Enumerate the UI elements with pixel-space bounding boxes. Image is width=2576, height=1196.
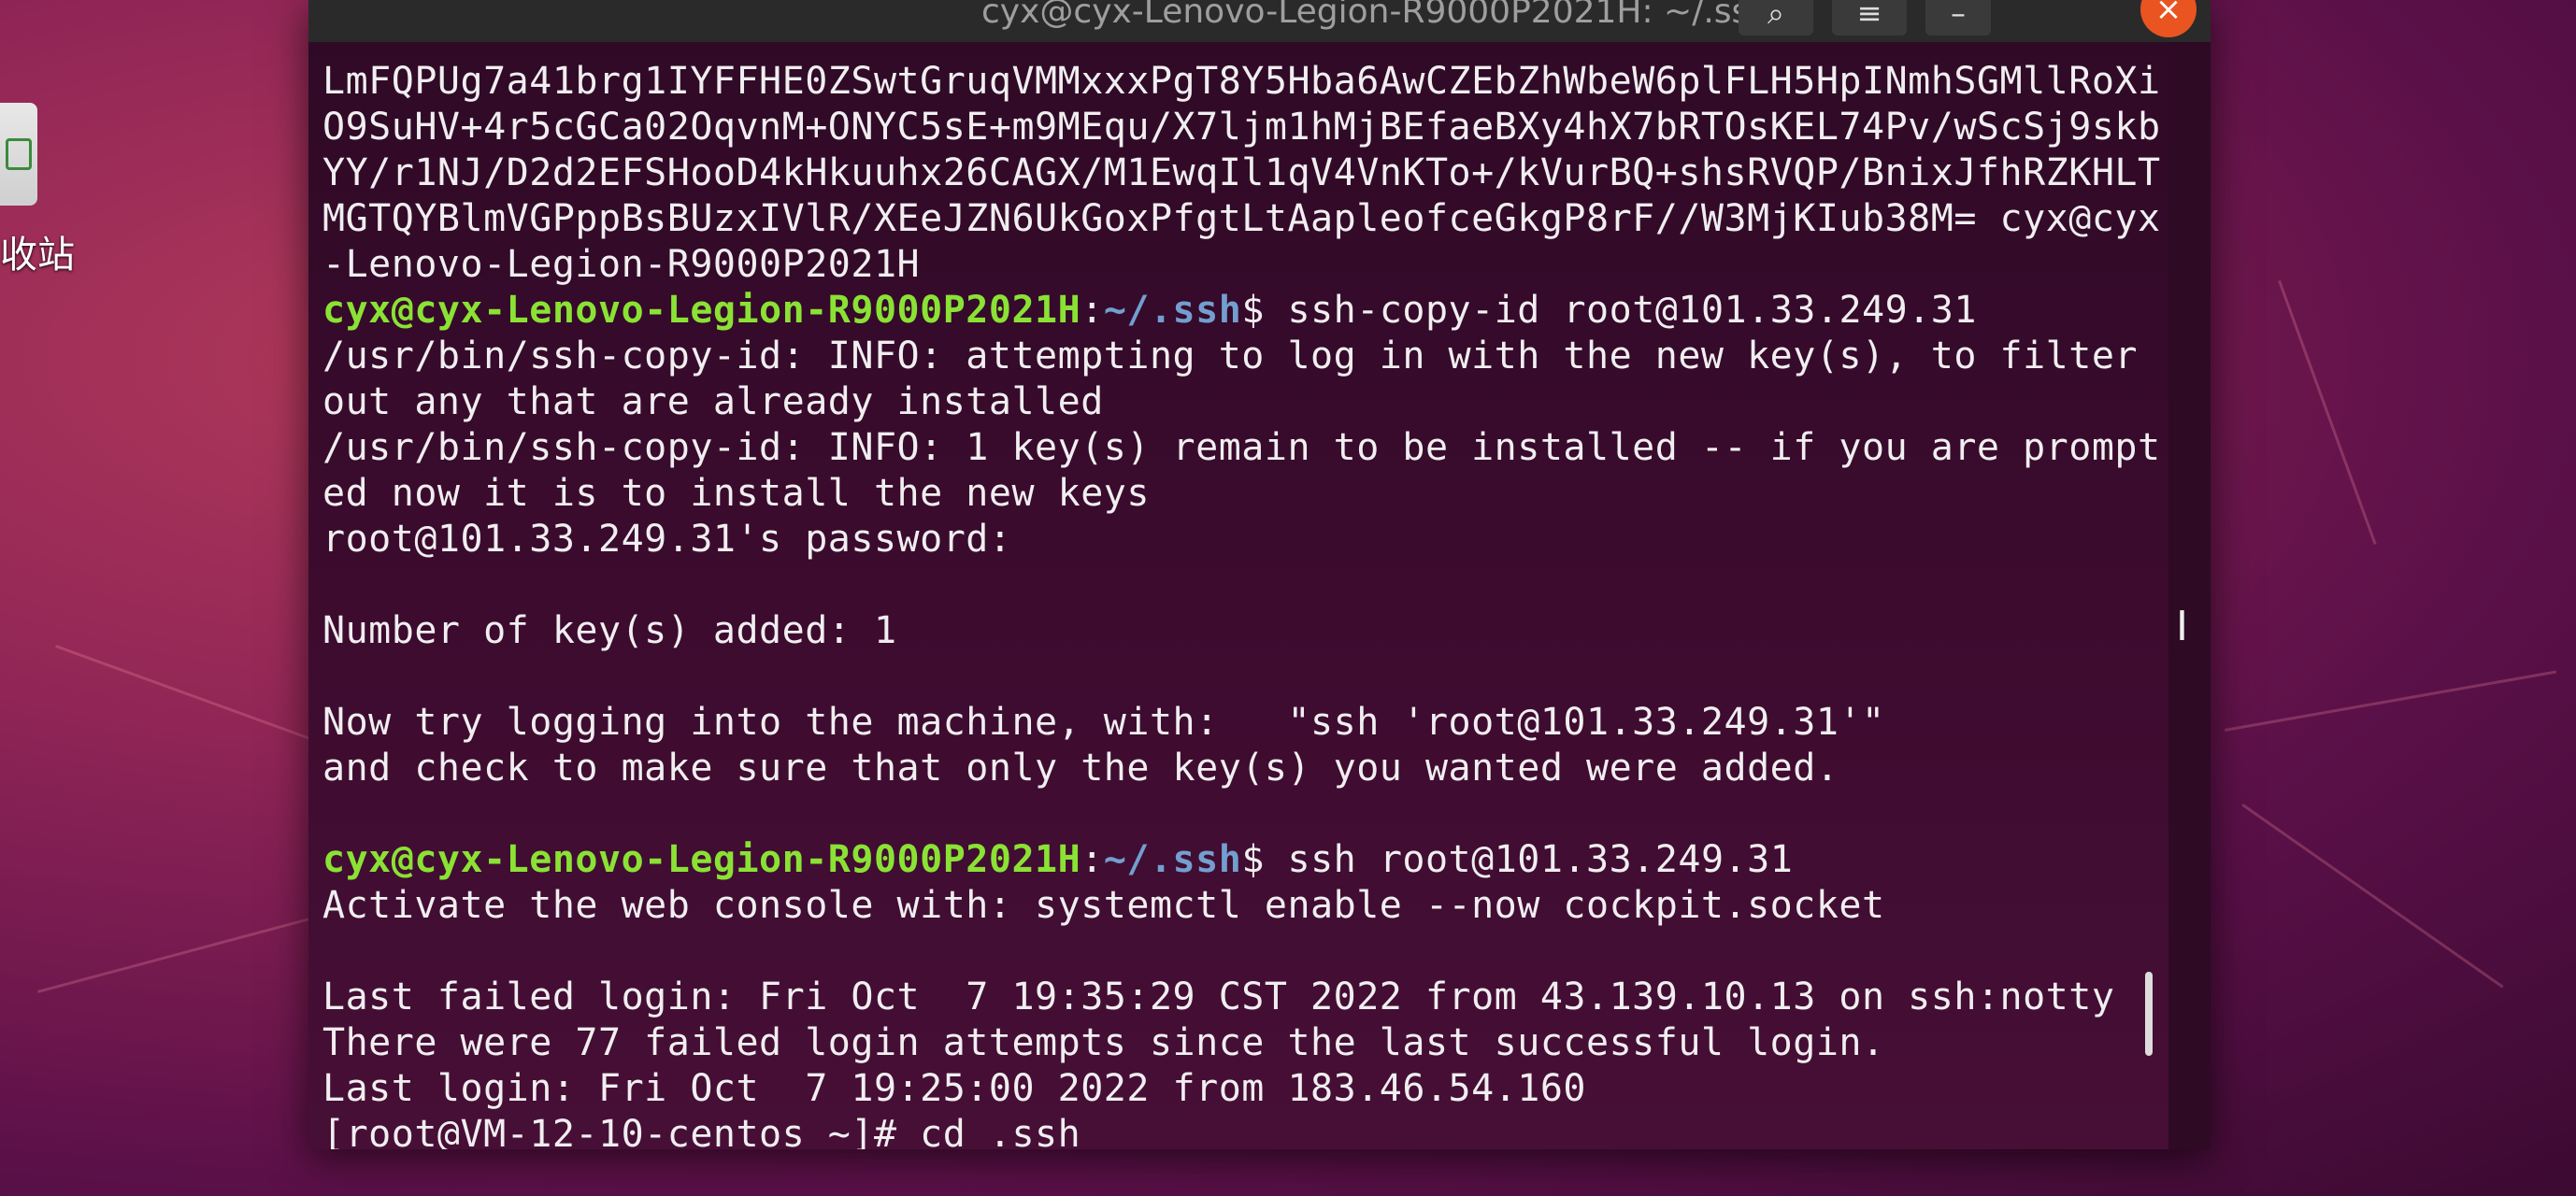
search-icon: ⌕ (1767, 0, 1784, 31)
output-line: /usr/bin/ssh-copy-id: INFO: attempting t… (322, 335, 2138, 377)
shell-prompt-line[interactable]: [root@VM-12-10-centos ~]# cd .ssh (322, 1112, 2168, 1149)
prompt-command: ssh-copy-id root@101.33.249.31 (1287, 289, 1977, 332)
recycle-icon (6, 138, 32, 170)
prompt-path: ~/.ssh (1103, 838, 1242, 881)
wallpaper-line (2278, 280, 2377, 545)
output-line: Now try logging into the machine, with: … (322, 701, 1885, 744)
output-line: Number of key(s) added: 1 (322, 609, 897, 652)
prompt-line: cyx@cyx-Lenovo-Legion-R9000P2021H:~/.ssh… (322, 838, 1794, 881)
menu-button[interactable]: ≡ (1832, 0, 1907, 36)
output-line: Last failed login: Fri Oct 7 19:35:29 CS… (322, 975, 2115, 1018)
text-cursor-icon: I (2176, 603, 2188, 650)
wallpaper-line (37, 918, 309, 993)
search-button[interactable]: ⌕ (1739, 0, 1813, 36)
wallpaper-line (2241, 804, 2504, 989)
output-line: out any that are already installed (322, 380, 1104, 423)
output-line: /usr/bin/ssh-copy-id: INFO: 1 key(s) rem… (322, 426, 2161, 469)
prompt-user: cyx@cyx-Lenovo-Legion-R9000P2021H (322, 289, 1081, 332)
output-line: There were 77 failed login attempts sinc… (322, 1021, 1885, 1064)
prompt-line: cyx@cyx-Lenovo-Legion-R9000P2021H:~/.ssh… (322, 289, 1977, 332)
terminal-window[interactable]: cyx@cyx-Lenovo-Legion-R9000P2021H: ~/.ss… (308, 0, 2211, 1149)
key-line: YY/r1NJ/D2d2EFSHooD4kHkuuhx26CAGX/M1EwqI… (322, 151, 2161, 194)
close-button[interactable]: × (2140, 0, 2197, 37)
minimize-icon: – (1951, 0, 1966, 31)
prompt-command: ssh root@101.33.249.31 (1287, 838, 1794, 881)
key-line: O9SuHV+4r5cGCa02OqvnM+ONYC5sE+m9MEqu/X7l… (322, 106, 2161, 149)
output-line: and check to make sure that only the key… (322, 747, 1839, 790)
prompt-path: ~/.ssh (1103, 289, 1242, 332)
terminal-output[interactable]: LmFQPUg7a41brg1IYFFHE0ZSwtGruqVMMxxxPgT8… (308, 42, 2168, 1149)
output-line: ed now it is to install the new keys (322, 472, 1150, 515)
key-line: -Lenovo-Legion-R9000P2021H (322, 243, 921, 286)
trash-desktop-icon[interactable] (0, 103, 37, 206)
prompt-user: cyx@cyx-Lenovo-Legion-R9000P2021H (322, 838, 1081, 881)
close-icon: × (2154, 0, 2182, 28)
output-line: root@101.33.249.31's password: (322, 518, 1012, 561)
wallpaper-line (2225, 670, 2557, 732)
minimize-button[interactable]: – (1925, 0, 1991, 36)
output-line: Activate the web console with: systemctl… (322, 884, 1885, 927)
output-line: Last login: Fri Oct 7 19:25:00 2022 from… (322, 1067, 1587, 1110)
window-title: cyx@cyx-Lenovo-Legion-R9000P2021H: ~/.ss… (981, 0, 1771, 31)
trash-desktop-label: 收站 (0, 234, 75, 277)
scrollbar-thumb[interactable] (2145, 972, 2153, 1056)
hamburger-menu-icon: ≡ (1856, 0, 1882, 31)
title-bar[interactable]: cyx@cyx-Lenovo-Legion-R9000P2021H: ~/.ss… (308, 0, 2211, 42)
key-line: MGTQYBlmVGPppBsBUzxIVlR/XEeJZN6UkGoxPfgt… (322, 197, 2161, 240)
key-line: LmFQPUg7a41brg1IYFFHE0ZSwtGruqVMMxxxPgT8… (322, 60, 2161, 103)
